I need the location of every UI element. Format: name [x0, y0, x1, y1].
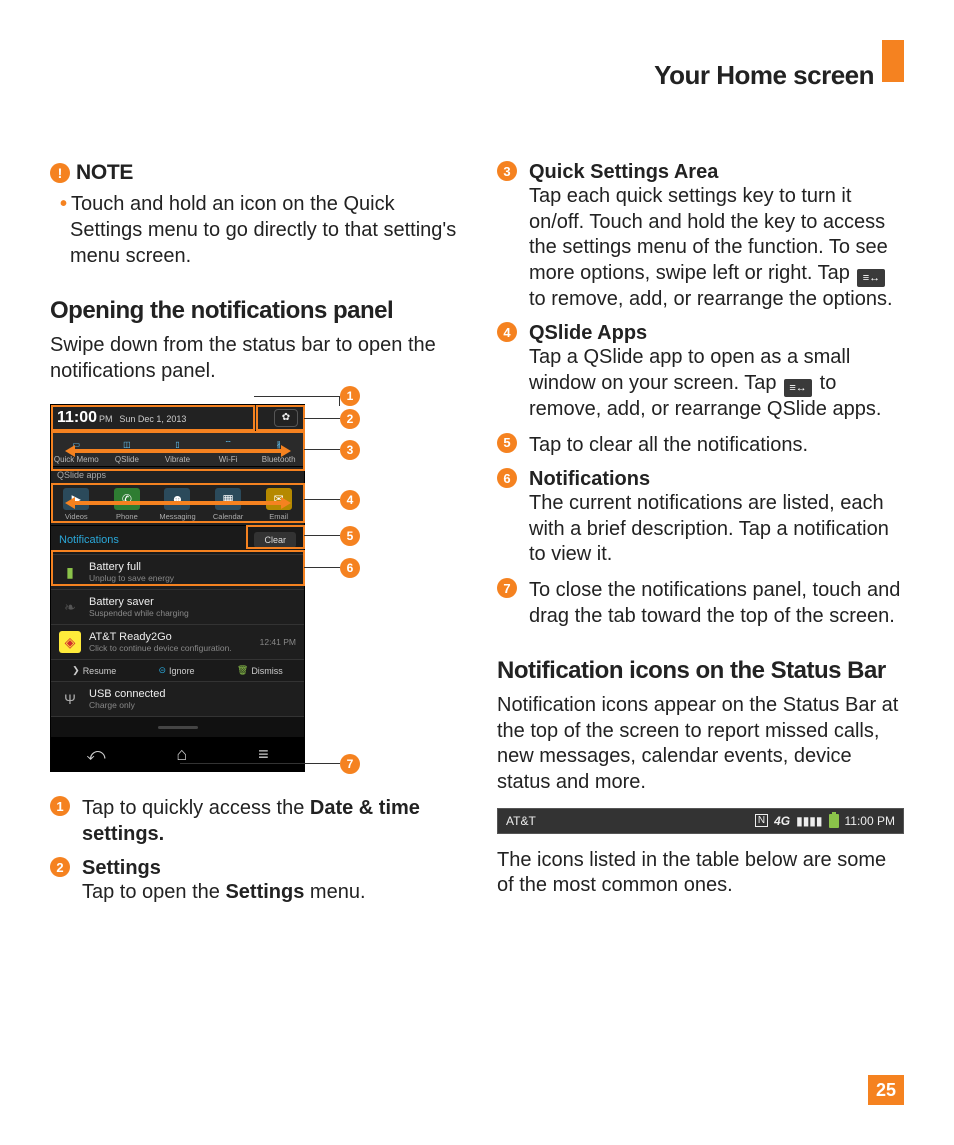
phone-date: Sun Dec 1, 2013: [119, 414, 186, 424]
notification-item: Ψ USB connected Charge only: [51, 682, 304, 717]
statusbar-time: 11:00 PM: [845, 814, 895, 828]
callout-number-icon: 2: [340, 409, 360, 429]
carrier-label: AT&T: [506, 814, 536, 828]
battery-full-icon: ▮: [59, 561, 81, 583]
4g-icon: 4G: [774, 814, 790, 828]
callout-4-text: Tap a QSlide app to open as a small wind…: [529, 345, 904, 422]
notifications-label: Notifications: [59, 534, 119, 546]
qslide-label: Videos: [65, 512, 88, 521]
callout-7-text: To close the notifications panel, touch …: [529, 578, 904, 629]
callout-number-icon: 5: [340, 526, 360, 546]
phone-screenshot: 11:00PM Sun Dec 1, 2013 ✿ ▭Quick Memo ◫Q…: [50, 404, 305, 772]
section-heading-2: Notification icons on the Status Bar: [497, 657, 904, 685]
note-text: Touch and hold an icon on the Quick Sett…: [70, 193, 456, 267]
qslide-label: Messaging: [159, 512, 195, 521]
notif-title: Battery saver: [89, 596, 189, 608]
qslide-section-label: QSlide apps: [51, 467, 304, 484]
notif-title: USB connected: [89, 688, 165, 700]
callout-number-icon: 1: [50, 796, 70, 816]
alert-icon: !: [50, 163, 70, 183]
phone-ampm: PM: [99, 414, 113, 424]
note-header: ! NOTE: [50, 161, 457, 185]
callout-number-icon: 7: [497, 578, 517, 598]
callout-4-title: QSlide Apps: [529, 322, 904, 345]
callout-number-icon: 5: [497, 433, 517, 453]
notification-item: ▮ Battery full Unplug to save energy: [51, 555, 304, 590]
notification-panel-figure: 11:00PM Sun Dec 1, 2013 ✿ ▭Quick Memo ◫Q…: [50, 404, 350, 772]
callout-3-title: Quick Settings Area: [529, 161, 904, 184]
callout-2-title: Settings: [82, 857, 457, 880]
qs-label: Vibrate: [165, 455, 190, 464]
callout-3-text: Tap each quick settings key to turn it o…: [529, 184, 904, 312]
notif-time: 12:41 PM: [260, 637, 296, 647]
notification-actions: ❯Resume ⊝Ignore 🗑Dismiss: [51, 660, 304, 682]
callout-number-icon: 2: [50, 857, 70, 877]
callout-number-icon: 4: [497, 322, 517, 342]
signal-icon: ▮▮▮▮: [796, 814, 822, 828]
edit-list-icon: ≡↔: [784, 379, 812, 397]
qslide-label: Email: [269, 512, 288, 521]
swipe-arrow-icon: [65, 499, 291, 507]
notif-sub: Unplug to save energy: [89, 573, 174, 583]
note-body: •Touch and hold an icon on the Quick Set…: [50, 191, 457, 269]
callout-number-icon: 7: [340, 754, 360, 774]
qs-label: Wi-Fi: [219, 455, 238, 464]
notif-sub: Click to continue device configuration.: [89, 643, 232, 653]
page-number: 25: [868, 1075, 904, 1105]
ignore-action: ⊝Ignore: [159, 665, 195, 676]
section-heading: Opening the notifications panel: [50, 297, 457, 325]
notification-item: ❧ Battery saver Suspended while charging: [51, 590, 304, 625]
callout-1-text: Tap to quickly access the Date & time se…: [82, 796, 457, 847]
bullet-icon: •: [60, 193, 71, 215]
section-body: Swipe down from the status bar to open t…: [50, 333, 457, 384]
ready2go-icon: ◈: [59, 631, 81, 653]
notif-sub: Charge only: [89, 700, 165, 710]
dismiss-action: 🗑Dismiss: [237, 665, 283, 676]
accent-tab: [882, 40, 904, 82]
callout-2-text: Tap to open the Settings menu.: [82, 880, 457, 906]
callout-6-text: The current notifications are listed, ea…: [529, 491, 904, 568]
notifications-header: Notifications Clear: [51, 526, 304, 555]
notif-sub: Suspended while charging: [89, 608, 189, 618]
page-header: Your Home screen: [50, 60, 874, 91]
notif-title: Battery full: [89, 561, 174, 573]
callout-number-icon: 4: [340, 490, 360, 510]
status-bar-example: AT&T N 4G ▮▮▮▮ 11:00 PM: [497, 808, 904, 834]
qslide-label: Calendar: [213, 512, 243, 521]
clear-button: Clear: [254, 532, 296, 548]
section2-body2: The icons listed in the table below are …: [497, 848, 904, 899]
swipe-arrow-icon: [65, 447, 291, 455]
leaf-icon: ❧: [59, 596, 81, 618]
qs-label: Quick Memo: [54, 455, 99, 464]
phone-status-row: 11:00PM Sun Dec 1, 2013 ✿: [51, 405, 304, 431]
usb-icon: Ψ: [59, 688, 81, 710]
edit-list-icon: ≡↔: [857, 269, 885, 287]
phone-time: 11:00: [57, 409, 97, 426]
callout-number-icon: 1: [340, 386, 360, 406]
callout-5-text: Tap to clear all the notifications.: [529, 433, 904, 459]
panel-handle: [51, 717, 304, 737]
qslide-label: Phone: [116, 512, 138, 521]
phone-time-block: 11:00PM Sun Dec 1, 2013: [57, 409, 186, 427]
callout-number-icon: 6: [340, 558, 360, 578]
home-icon: ⌂: [176, 744, 187, 765]
callout-6-title: Notifications: [529, 468, 904, 491]
qs-label: QSlide: [115, 455, 139, 464]
resume-action: ❯Resume: [72, 665, 116, 676]
callout-number-icon: 3: [497, 161, 517, 181]
callout-number-icon: 6: [497, 468, 517, 488]
left-column: ! NOTE •Touch and hold an icon on the Qu…: [50, 161, 457, 906]
battery-icon: [829, 814, 839, 828]
notification-item: ◈ AT&T Ready2Go Click to continue device…: [51, 625, 304, 660]
section2-body1: Notification icons appear on the Status …: [497, 693, 904, 795]
callout-number-icon: 3: [340, 440, 360, 460]
menu-icon: ≡: [258, 744, 269, 765]
back-icon: ⤺: [86, 744, 105, 765]
right-column: 3 Quick Settings Area Tap each quick set…: [497, 161, 904, 906]
gear-icon: ✿: [274, 409, 298, 427]
notif-title: AT&T Ready2Go: [89, 631, 232, 643]
nfc-icon: N: [755, 814, 768, 827]
note-label: NOTE: [76, 161, 133, 185]
navbar: ⤺ ⌂ ≡: [51, 737, 304, 771]
